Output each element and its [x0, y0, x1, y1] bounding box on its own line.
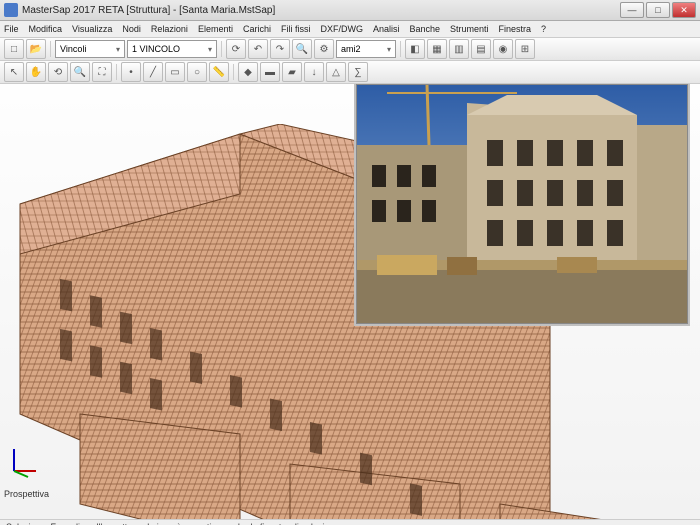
menu-dxf-dwg[interactable]: DXF/DWG — [320, 24, 363, 34]
search-icon[interactable]: 🔍 — [292, 39, 312, 59]
menu-bar: File Modifica Visualizza Nodi Relazioni … — [0, 21, 700, 38]
menu-finestra[interactable]: Finestra — [499, 24, 532, 34]
settings-icon[interactable]: ⚙ — [314, 39, 334, 59]
rect-icon[interactable]: ▭ — [165, 62, 185, 82]
rotate-icon[interactable]: ⟲ — [48, 62, 68, 82]
view-iso-icon[interactable]: ◧ — [405, 39, 425, 59]
toolbar-separator — [400, 41, 401, 57]
toolbar-separator — [50, 41, 51, 57]
vincolo-combo[interactable]: 1 VINCOLO — [127, 40, 217, 58]
zoom-fit-icon[interactable]: ⛶ — [92, 62, 112, 82]
menu-fili-fissi[interactable]: Fili fissi — [281, 24, 311, 34]
menu-strumenti[interactable]: Strumenti — [450, 24, 489, 34]
selection-mode-value: Vincoli — [60, 44, 86, 54]
element-icon[interactable]: ▬ — [260, 62, 280, 82]
vincolo-value: 1 VINCOLO — [132, 44, 180, 54]
minimize-button[interactable]: — — [620, 2, 644, 18]
menu-modifica[interactable]: Modifica — [29, 24, 63, 34]
axis-triad-icon — [6, 443, 42, 479]
toolbar-row-2: ↖ ✋ ⟲ 🔍 ⛶ • ╱ ▭ ○ 📏 ◆ ▬ ▰ ↓ △ ∑ — [0, 61, 700, 84]
toolbar-separator — [233, 64, 234, 80]
select-icon[interactable]: ↖ — [4, 62, 24, 82]
view-top-icon[interactable]: ▦ — [427, 39, 447, 59]
layer-combo[interactable]: ami2 — [336, 40, 396, 58]
viewport-3d[interactable]: Prospettiva — [0, 84, 700, 519]
selection-mode-combo[interactable]: Vincoli — [55, 40, 125, 58]
window-buttons: — □ ✕ — [620, 2, 696, 18]
reference-photo-overlay[interactable] — [356, 84, 688, 324]
toolbar-separator — [116, 64, 117, 80]
maximize-button[interactable]: □ — [646, 2, 670, 18]
wireframe-icon[interactable]: ⊞ — [515, 39, 535, 59]
menu-help[interactable]: ? — [541, 24, 546, 34]
menu-banche[interactable]: Banche — [409, 24, 440, 34]
line-icon[interactable]: ╱ — [143, 62, 163, 82]
plate-icon[interactable]: ▰ — [282, 62, 302, 82]
refresh-icon[interactable]: ⟳ — [226, 39, 246, 59]
menu-nodi[interactable]: Nodi — [122, 24, 141, 34]
menu-carichi[interactable]: Carichi — [243, 24, 271, 34]
support-icon[interactable]: △ — [326, 62, 346, 82]
close-button[interactable]: ✕ — [672, 2, 696, 18]
window-titlebar: MasterSap 2017 RETA [Struttura] - [Santa… — [0, 0, 700, 21]
pan-icon[interactable]: ✋ — [26, 62, 46, 82]
window-title: MasterSap 2017 RETA [Struttura] - [Santa… — [22, 5, 620, 16]
view-front-icon[interactable]: ▥ — [449, 39, 469, 59]
analysis-icon[interactable]: ∑ — [348, 62, 368, 82]
undo-icon[interactable]: ↶ — [248, 39, 268, 59]
menu-analisi[interactable]: Analisi — [373, 24, 400, 34]
measure-icon[interactable]: 📏 — [209, 62, 229, 82]
menu-visualizza[interactable]: Visualizza — [72, 24, 112, 34]
redo-icon[interactable]: ↷ — [270, 39, 290, 59]
menu-file[interactable]: File — [4, 24, 19, 34]
node-icon[interactable]: ◆ — [238, 62, 258, 82]
zoom-icon[interactable]: 🔍 — [70, 62, 90, 82]
menu-elementi[interactable]: Elementi — [198, 24, 233, 34]
command-hint-bar: Selezione: Fare clic sull'oggetto; nel p… — [0, 519, 700, 525]
point-icon[interactable]: • — [121, 62, 141, 82]
app-icon — [4, 3, 18, 17]
load-icon[interactable]: ↓ — [304, 62, 324, 82]
view-side-icon[interactable]: ▤ — [471, 39, 491, 59]
circle-icon[interactable]: ○ — [187, 62, 207, 82]
new-icon[interactable]: □ — [4, 39, 24, 59]
toolbar-separator — [221, 41, 222, 57]
menu-relazioni[interactable]: Relazioni — [151, 24, 188, 34]
layer-value: ami2 — [341, 44, 361, 54]
open-icon[interactable]: 📂 — [26, 39, 46, 59]
viewport-label: Prospettiva — [4, 489, 49, 499]
render-icon[interactable]: ◉ — [493, 39, 513, 59]
toolbar-row-1: □ 📂 Vincoli 1 VINCOLO ⟳ ↶ ↷ 🔍 ⚙ ami2 ◧ ▦… — [0, 38, 700, 61]
